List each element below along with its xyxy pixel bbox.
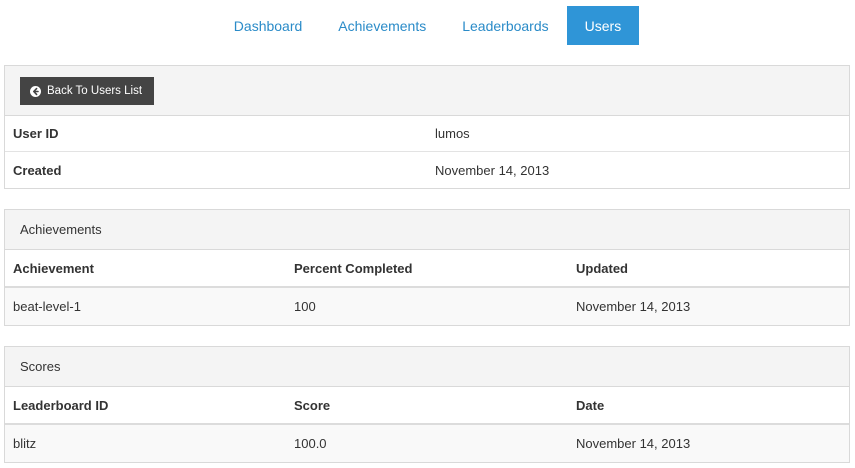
- column-header: Leaderboard ID: [13, 397, 109, 413]
- user-id-label: User ID: [13, 126, 59, 141]
- back-button-label: Back To Users List: [47, 85, 143, 97]
- scores-title: Scores: [5, 347, 849, 387]
- score-date: November 14, 2013: [576, 436, 691, 451]
- achievements-table-header: Achievement Percent Completed Updated: [5, 250, 849, 288]
- column-header: Updated: [576, 260, 628, 276]
- achievements-title: Achievements: [5, 210, 849, 250]
- achievement-name: beat-level-1: [13, 299, 81, 314]
- column-header: Score: [294, 397, 331, 413]
- score-value: 100.0: [294, 436, 327, 451]
- created-value: November 14, 2013: [435, 162, 550, 178]
- achievements-panel: Achievements Achievement Percent Complet…: [4, 209, 850, 326]
- nav-users[interactable]: Users: [566, 6, 640, 45]
- table-row: beat-level-1 100 November 14, 2013: [5, 288, 849, 325]
- nav-dashboard[interactable]: Dashboard: [216, 6, 321, 45]
- user-panel-toolbar: Back To Users List: [5, 66, 849, 116]
- circle-arrow-left-icon: [30, 85, 41, 97]
- user-details-panel: Back To Users List User ID lumos Created…: [4, 65, 850, 189]
- scores-panel: Scores Leaderboard ID Score Date blitz 1…: [4, 346, 850, 463]
- scores-table-header: Leaderboard ID Score Date: [5, 387, 849, 425]
- created-label: Created: [13, 162, 62, 178]
- created-row: Created November 14, 2013: [5, 152, 849, 188]
- user-id-row: User ID lumos: [5, 116, 849, 152]
- back-to-users-button[interactable]: Back To Users List: [20, 77, 155, 105]
- column-header: Achievement: [13, 260, 94, 276]
- nav-leaderboards[interactable]: Leaderboards: [444, 6, 566, 45]
- column-header: Percent Completed: [294, 260, 413, 276]
- column-header: Date: [576, 397, 605, 413]
- percent-completed: 100: [294, 299, 316, 314]
- updated-date: November 14, 2013: [576, 299, 691, 314]
- leaderboard-id: blitz: [13, 436, 37, 451]
- top-nav: Dashboard Achievements Leaderboards User…: [0, 6, 855, 45]
- table-row: blitz 100.0 November 14, 2013: [5, 425, 849, 462]
- user-id-value: lumos: [435, 126, 470, 141]
- nav-achievements[interactable]: Achievements: [320, 6, 444, 45]
